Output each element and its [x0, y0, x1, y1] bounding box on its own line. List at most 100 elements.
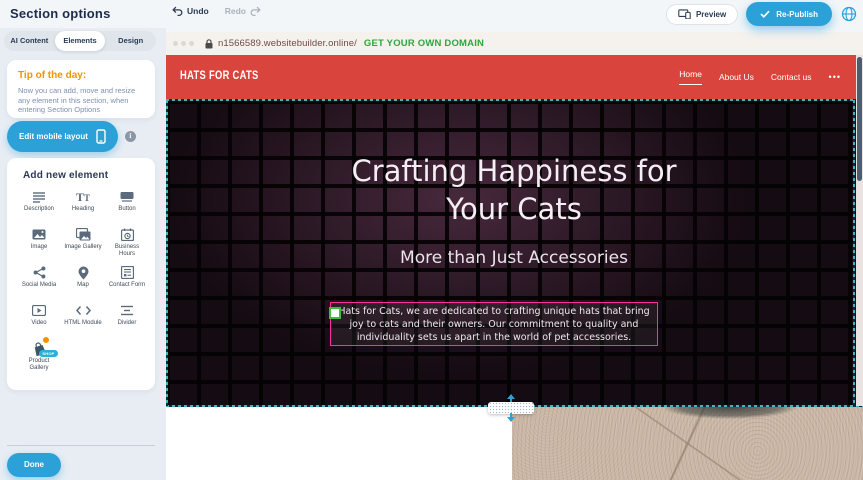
add-element-panel: Add new element Description TT Heading B… [7, 158, 155, 390]
tip-body: Now you can add, move and resize any ele… [18, 86, 144, 115]
site-header: HATS FOR CATS Home About Us Contact us •… [166, 55, 863, 100]
product-gallery-icon: SHOP [33, 341, 46, 356]
resize-arrow-down-icon [507, 417, 515, 422]
preview-scrollbar[interactable] [856, 55, 863, 406]
hero-section[interactable]: Crafting Happiness for Your Cats More th… [166, 100, 863, 406]
done-button[interactable]: Done [7, 453, 61, 477]
redo-icon [250, 6, 261, 16]
next-section-image[interactable] [512, 407, 863, 480]
element-item-video[interactable]: Video [17, 303, 61, 335]
divider-icon [120, 303, 134, 318]
tab-elements[interactable]: Elements [55, 31, 106, 51]
element-item-label: Product Gallery [19, 358, 59, 372]
element-item-product-gallery[interactable]: SHOP Product Gallery [17, 341, 61, 373]
site-url[interactable]: n1566589.websitebuilder.online/ [218, 38, 357, 49]
nav-item-home[interactable]: Home [679, 69, 702, 85]
add-element-title: Add new element [17, 170, 149, 181]
image-icon [32, 227, 46, 242]
map-pin-icon [78, 265, 89, 280]
element-item-image[interactable]: Image [17, 227, 61, 259]
section-border-top [166, 99, 863, 101]
shop-badge: SHOP [39, 350, 57, 357]
element-item-label: Map [77, 282, 89, 289]
hero-subheading[interactable]: More than Just Accessories [334, 248, 694, 268]
selected-text-element[interactable]: Hats for Cats, we are dedicated to craft… [330, 302, 658, 346]
nav-item-about-us[interactable]: About Us [719, 72, 754, 82]
element-item-heading[interactable]: TT Heading [61, 189, 105, 221]
contact-form-icon [121, 265, 134, 280]
social-media-icon [33, 265, 46, 280]
republish-button[interactable]: Re-Publish [746, 2, 832, 26]
svg-text:T: T [84, 193, 90, 203]
element-item-button[interactable]: Button [105, 189, 149, 221]
check-icon [760, 10, 770, 18]
element-item-label: Description [24, 206, 54, 213]
nav-item-contact-us[interactable]: Contact us [771, 72, 812, 82]
tab-ai-content[interactable]: AI Content [4, 31, 55, 51]
language-globe-icon[interactable] [840, 5, 858, 23]
element-item-label: HTML Module [64, 320, 101, 327]
tip-of-the-day-card: Tip of the day: Now you can add, move an… [7, 60, 155, 118]
element-item-label: Heading [72, 206, 94, 213]
redo-label: Redo [225, 6, 246, 16]
element-item-image-gallery[interactable]: Image Gallery [61, 227, 105, 259]
section-resize-handle[interactable] [488, 398, 534, 418]
scrollbar-thumb[interactable] [857, 57, 862, 181]
description-icon [32, 189, 46, 204]
topbar-actions: Preview Re-Publish [666, 2, 858, 26]
drag-handle-icon[interactable] [329, 307, 341, 319]
site-preview: n1566589.websitebuilder.online/ GET YOUR… [166, 32, 863, 480]
element-item-label: Divider [118, 320, 137, 327]
business-hours-icon [121, 227, 134, 242]
element-item-html-module[interactable]: HTML Module [61, 303, 105, 335]
section-border-right [853, 100, 855, 406]
html-module-icon [76, 303, 91, 318]
browser-dots-icon [173, 41, 194, 46]
phone-icon [96, 129, 106, 144]
republish-label: Re-Publish [776, 10, 818, 19]
browser-bar: n1566589.websitebuilder.online/ GET YOUR… [166, 32, 863, 55]
section-options-sidebar: AI Content Elements Design Tip of the da… [0, 28, 166, 480]
info-icon[interactable]: i [125, 131, 136, 142]
element-item-label: Business Hours [107, 244, 147, 258]
element-item-social-media[interactable]: Social Media [17, 265, 61, 297]
element-item-label: Social Media [22, 282, 56, 289]
undo-label: Undo [187, 6, 209, 16]
redo-button[interactable]: Redo [225, 6, 261, 16]
button-icon [120, 189, 134, 204]
element-item-label: Image [31, 244, 48, 251]
edit-mobile-layout-label: Edit mobile layout [19, 132, 88, 141]
svg-text:T: T [76, 190, 84, 203]
tab-design[interactable]: Design [105, 31, 156, 51]
promo-dot-icon [42, 336, 50, 344]
heading-icon: TT [76, 189, 91, 204]
undo-icon [172, 6, 183, 16]
preview-button[interactable]: Preview [666, 4, 738, 25]
element-item-business-hours[interactable]: Business Hours [105, 227, 149, 259]
tip-title: Tip of the day: [18, 70, 144, 81]
hero-heading[interactable]: Crafting Happiness for Your Cats [334, 152, 694, 228]
nav-more-icon[interactable]: ••• [829, 72, 841, 82]
preview-label: Preview [696, 10, 726, 19]
site-logo[interactable]: HATS FOR CATS [180, 68, 259, 82]
element-item-contact-form[interactable]: Contact Form [105, 265, 149, 297]
hero-paragraph[interactable]: Hats for Cats, we are dedicated to craft… [331, 305, 657, 344]
page-title: Section options [10, 6, 111, 21]
element-grid: Description TT Heading Button Image Imag… [17, 189, 149, 373]
sidebar-divider [7, 445, 155, 446]
edit-mobile-layout-button[interactable]: Edit mobile layout [7, 121, 118, 152]
editor-topbar: Section options Undo Redo Preview Re-Pub… [0, 0, 863, 28]
element-item-description[interactable]: Description [17, 189, 61, 221]
undo-button[interactable]: Undo [172, 6, 209, 16]
lock-icon [205, 39, 213, 49]
section-border-left [166, 100, 168, 406]
sidebar-tabbar: AI Content Elements Design [4, 31, 156, 51]
undo-redo-group: Undo Redo [172, 6, 261, 16]
element-item-label: Image Gallery [64, 244, 101, 251]
get-domain-link[interactable]: GET YOUR OWN DOMAIN [364, 38, 484, 49]
element-item-divider[interactable]: Divider [105, 303, 149, 335]
video-icon [32, 303, 46, 318]
element-item-map[interactable]: Map [61, 265, 105, 297]
element-item-label: Video [31, 320, 46, 327]
element-item-label: Button [118, 206, 135, 213]
